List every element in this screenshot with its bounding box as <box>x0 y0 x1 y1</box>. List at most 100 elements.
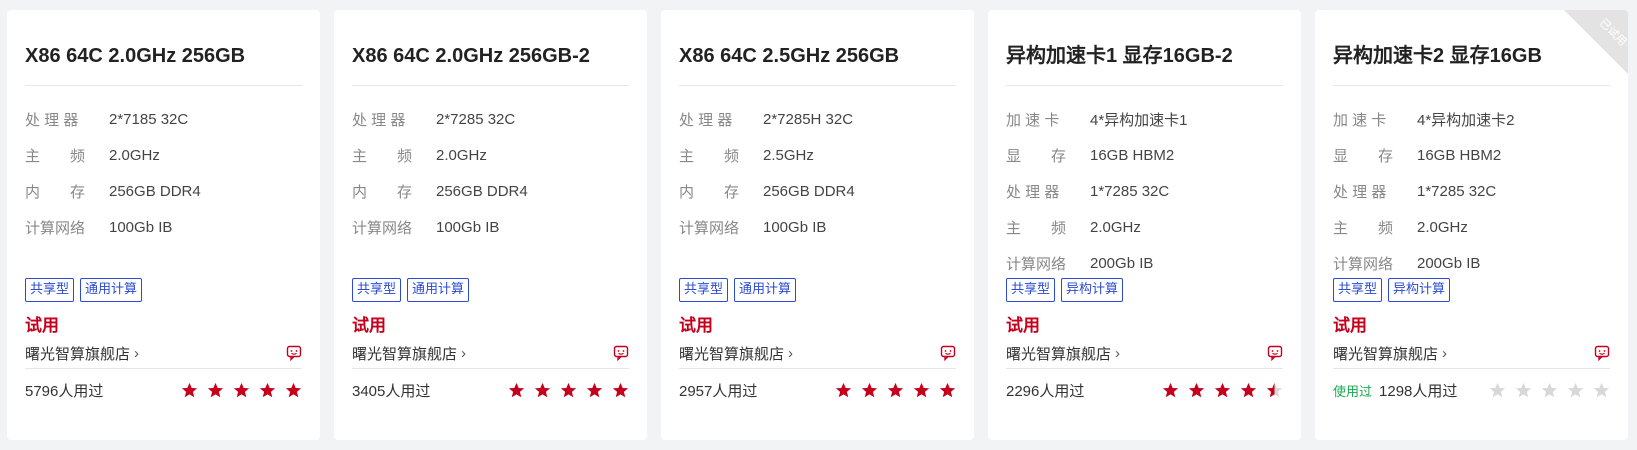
spec-value: 2.0GHz <box>1417 218 1468 236</box>
spec-list: 处 理 器 2*7285 32C 主 频 2.0GHz 内 存 256GB DD… <box>352 101 629 269</box>
shop-link[interactable]: 曙光智算旗舰店 › <box>1333 343 1447 364</box>
spec-label: 处 理 器 <box>1006 183 1060 201</box>
tag-list: 共享型 通用计算 <box>352 278 629 302</box>
spec-label: 显 存 <box>1006 147 1067 165</box>
star-icon <box>939 382 956 397</box>
price-label: 试用 <box>25 316 59 335</box>
star-icon <box>1541 382 1558 397</box>
usage-info: 3405人用过 <box>352 380 430 401</box>
shop-row: 曙光智算旗舰店 › <box>1333 338 1610 369</box>
usage-info: 5796人用过 <box>25 380 103 401</box>
spec-row: 处 理 器 2*7285H 32C <box>679 101 956 137</box>
usage-count: 2957人用过 <box>679 382 758 400</box>
category-tag[interactable]: 共享型 <box>25 278 75 302</box>
spec-row: 显 存 16GB HBM2 <box>1006 137 1283 173</box>
price-label: 试用 <box>352 316 386 335</box>
chat-bubble-icon[interactable] <box>1267 345 1283 361</box>
shop-row: 曙光智算旗舰店 › <box>25 338 302 369</box>
star-rating <box>1489 382 1610 399</box>
chat-bubble-icon[interactable] <box>613 345 629 361</box>
category-tag[interactable]: 通用计算 <box>80 278 143 302</box>
category-tag[interactable]: 异构计算 <box>1388 278 1451 302</box>
spec-row: 处 理 器 2*7285 32C <box>352 101 629 137</box>
product-title[interactable]: X86 64C 2.5GHz 256GB <box>679 10 956 86</box>
star-icon <box>1188 382 1205 397</box>
price-label: 试用 <box>1006 316 1040 335</box>
star-icon <box>1515 382 1532 397</box>
usage-count: 3405人用过 <box>352 382 431 400</box>
spec-row: 计算网络 200Gb IB <box>1006 245 1283 281</box>
star-icon <box>259 382 276 397</box>
tag-list: 共享型 异构计算 <box>1333 278 1610 302</box>
chat-bubble-icon[interactable] <box>286 345 302 361</box>
star-icon <box>1162 382 1179 397</box>
star-icon <box>560 382 577 397</box>
chat-bubble-icon[interactable] <box>1594 345 1610 361</box>
product-card[interactable]: X86 64C 2.0GHz 256GB-2 处 理 器 2*7285 32C … <box>334 10 647 440</box>
spec-row: 处 理 器 2*7185 32C <box>25 101 302 137</box>
usage-row: 2957人用过 <box>679 369 956 411</box>
chevron-right-icon: › <box>1442 344 1448 362</box>
spec-row: 计算网络 100Gb IB <box>679 209 956 245</box>
product-card[interactable]: 已试用 异构加速卡2 显存16GB 加 速 卡 4*异构加速卡2 显 存 16G… <box>1315 10 1628 440</box>
spec-list: 加 速 卡 4*异构加速卡1 显 存 16GB HBM2 处 理 器 1*728… <box>1006 101 1283 273</box>
spec-value: 256GB DDR4 <box>763 182 855 200</box>
star-icon <box>1266 382 1283 397</box>
category-tag[interactable]: 通用计算 <box>734 278 797 302</box>
spec-label: 主 频 <box>1333 219 1394 237</box>
spec-row: 加 速 卡 4*异构加速卡2 <box>1333 101 1610 137</box>
chevron-right-icon: › <box>788 344 794 362</box>
spec-value: 2*7285H 32C <box>763 110 854 128</box>
usage-row: 3405人用过 <box>352 369 629 411</box>
shop-row: 曙光智算旗舰店 › <box>1006 338 1283 369</box>
product-card[interactable]: X86 64C 2.0GHz 256GB 处 理 器 2*7185 32C 主 … <box>7 10 320 440</box>
chat-bubble-icon[interactable] <box>940 345 956 361</box>
usage-info: 使用过 1298人用过 <box>1333 380 1457 401</box>
spec-row: 处 理 器 1*7285 32C <box>1006 173 1283 209</box>
category-tag[interactable]: 共享型 <box>679 278 729 302</box>
product-title[interactable]: 异构加速卡1 显存16GB-2 <box>1006 10 1283 86</box>
product-title[interactable]: X86 64C 2.0GHz 256GB <box>25 10 302 86</box>
spec-row: 主 频 2.0GHz <box>1006 209 1283 245</box>
shop-link[interactable]: 曙光智算旗舰店 › <box>679 343 793 364</box>
spec-label: 内 存 <box>679 183 740 201</box>
spec-label: 处 理 器 <box>25 111 79 129</box>
spec-row: 主 频 2.5GHz <box>679 137 956 173</box>
spec-label: 主 频 <box>679 147 740 165</box>
category-tag[interactable]: 异构计算 <box>1061 278 1124 302</box>
shop-row: 曙光智算旗舰店 › <box>352 338 629 369</box>
category-tag[interactable]: 共享型 <box>1006 278 1056 302</box>
product-title[interactable]: X86 64C 2.0GHz 256GB-2 <box>352 10 629 86</box>
shop-link[interactable]: 曙光智算旗舰店 › <box>1006 343 1120 364</box>
shop-link[interactable]: 曙光智算旗舰店 › <box>352 343 466 364</box>
star-icon <box>1240 382 1257 397</box>
product-card[interactable]: X86 64C 2.5GHz 256GB 处 理 器 2*7285H 32C 主… <box>661 10 974 440</box>
usage-count: 1298人用过 <box>1379 382 1458 400</box>
spec-label: 计算网络 <box>25 219 86 237</box>
spec-list: 处 理 器 2*7285H 32C 主 频 2.5GHz 内 存 256GB D… <box>679 101 956 269</box>
category-tag[interactable]: 通用计算 <box>407 278 470 302</box>
shop-name: 曙光智算旗舰店 <box>25 345 131 363</box>
spec-value: 1*7285 32C <box>1417 182 1497 200</box>
star-icon <box>861 382 878 397</box>
spec-value: 256GB DDR4 <box>436 182 528 200</box>
spec-value: 2.0GHz <box>109 146 160 164</box>
spec-label: 计算网络 <box>1333 255 1394 273</box>
star-rating <box>181 382 302 399</box>
spec-value: 2.0GHz <box>1090 218 1141 236</box>
product-title[interactable]: 异构加速卡2 显存16GB <box>1333 10 1610 86</box>
spec-list: 加 速 卡 4*异构加速卡2 显 存 16GB HBM2 处 理 器 1*728… <box>1333 101 1610 273</box>
category-tag[interactable]: 共享型 <box>1333 278 1383 302</box>
spec-row: 主 频 2.0GHz <box>1333 209 1610 245</box>
star-icon <box>1593 382 1610 397</box>
price-label: 试用 <box>679 316 713 335</box>
category-tag[interactable]: 共享型 <box>352 278 402 302</box>
spec-value: 2.5GHz <box>763 146 814 164</box>
spec-label: 内 存 <box>352 183 413 201</box>
spec-row: 内 存 256GB DDR4 <box>352 173 629 209</box>
shop-link[interactable]: 曙光智算旗舰店 › <box>25 343 139 364</box>
star-rating <box>508 382 629 399</box>
spec-value: 200Gb IB <box>1417 254 1481 272</box>
spec-row: 主 频 2.0GHz <box>352 137 629 173</box>
product-card[interactable]: 异构加速卡1 显存16GB-2 加 速 卡 4*异构加速卡1 显 存 16GB … <box>988 10 1301 440</box>
